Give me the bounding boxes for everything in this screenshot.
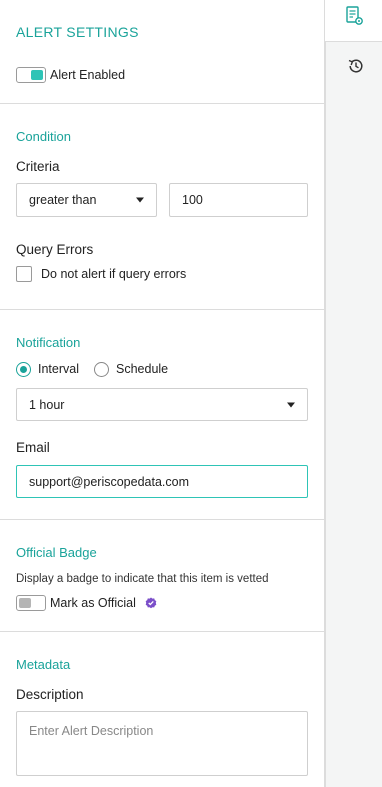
mark-official-label: Mark as Official xyxy=(50,596,136,610)
divider xyxy=(0,309,325,310)
alert-enabled-toggle[interactable] xyxy=(16,67,46,83)
description-textarea[interactable]: Enter Alert Description xyxy=(16,711,308,776)
rail-body xyxy=(325,41,382,787)
toggle-knob xyxy=(19,598,31,608)
toggle-knob xyxy=(31,70,43,80)
alert-enabled-label: Alert Enabled xyxy=(50,68,126,82)
query-errors-checkbox-label: Do not alert if query errors xyxy=(41,267,187,281)
chevron-down-icon xyxy=(287,402,295,407)
right-rail xyxy=(325,0,382,787)
history-icon[interactable] xyxy=(348,58,364,74)
description-placeholder: Enter Alert Description xyxy=(29,724,154,738)
chevron-down-icon xyxy=(136,197,144,203)
query-errors-label: Query Errors xyxy=(16,242,94,257)
divider xyxy=(0,103,325,104)
schedule-radio-label: Schedule xyxy=(116,362,169,376)
email-input[interactable]: support@periscopedata.com xyxy=(16,465,308,498)
divider xyxy=(0,631,325,632)
interval-radio-label: Interval xyxy=(38,362,79,376)
divider xyxy=(0,519,325,520)
criteria-threshold-value: 100 xyxy=(182,193,203,207)
metadata-section-title: Metadata xyxy=(16,657,71,672)
schedule-radio[interactable] xyxy=(94,362,109,377)
official-badge-help-text: Display a badge to indicate that this it… xyxy=(16,573,269,585)
mark-official-toggle[interactable] xyxy=(16,595,46,611)
panel-title: ALERT SETTINGS xyxy=(16,24,139,40)
official-badge-section-title: Official Badge xyxy=(16,545,97,560)
rail-active-tab[interactable] xyxy=(325,0,382,41)
criteria-operator-value: greater than xyxy=(29,193,97,207)
criteria-operator-select[interactable]: greater than xyxy=(16,183,157,217)
criteria-label: Criteria xyxy=(16,159,60,174)
notification-section-title: Notification xyxy=(16,335,81,350)
interval-select-value: 1 hour xyxy=(29,397,65,412)
verified-badge-icon xyxy=(145,597,157,609)
condition-section-title: Condition xyxy=(16,129,71,144)
alert-settings-panel: ALERT SETTINGS Alert Enabled Condition C… xyxy=(0,0,325,787)
description-label: Description xyxy=(16,687,84,702)
interval-select[interactable]: 1 hour xyxy=(16,388,308,421)
email-input-value: support@periscopedata.com xyxy=(29,474,189,489)
query-errors-checkbox[interactable] xyxy=(16,266,32,282)
interval-radio[interactable] xyxy=(16,362,31,377)
email-label: Email xyxy=(16,440,50,455)
alert-settings-icon[interactable] xyxy=(346,6,364,26)
criteria-threshold-input[interactable]: 100 xyxy=(169,183,308,217)
